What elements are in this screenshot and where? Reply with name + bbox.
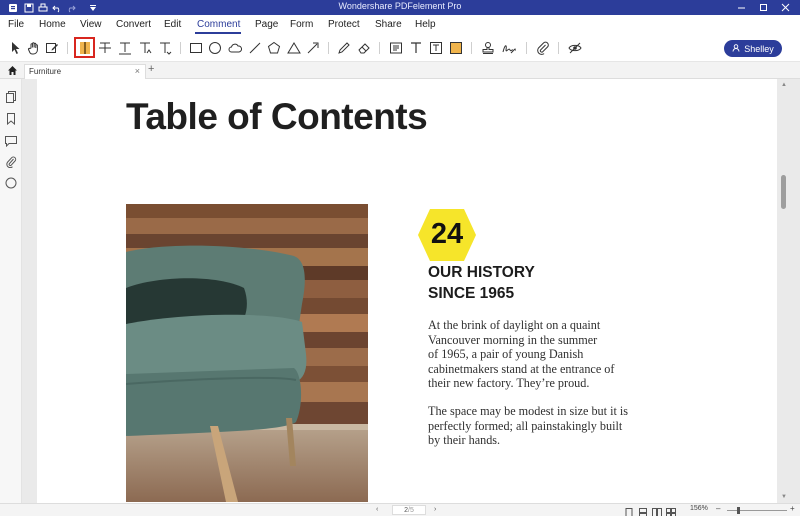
tab-label: Furniture [29,67,62,76]
menu-page[interactable]: Page [255,19,278,30]
insert-text-icon[interactable] [137,40,153,56]
close-icon[interactable] [774,0,796,15]
total-pages: /5 [408,507,414,514]
select-icon[interactable] [8,40,24,56]
section-title-line: OUR HISTORY [428,264,535,281]
left-sidebar [0,79,22,516]
sofa-photo [126,204,368,502]
paragraph-line: perfectly formed; all painstakingly buil… [428,418,623,433]
rectangle-icon[interactable] [188,40,204,56]
new-tab-icon[interactable]: + [148,63,154,75]
page-number-input[interactable]: 2/5 [392,505,426,515]
paragraph-line: The space may be modest in size but it i… [428,404,629,418]
menu-protect[interactable]: Protect [328,19,360,30]
paragraph-line: their new factory. They’re proud. [428,376,590,391]
bookmark-icon[interactable] [5,113,17,125]
paragraph-2: The space may be modest in size but it i… [428,404,638,448]
menu-comment[interactable]: Comment [197,19,240,30]
paragraph-line: At the brink of daylight on a quaint [428,318,601,332]
triangle-icon[interactable] [286,40,302,56]
hand-icon[interactable] [26,40,42,56]
scroll-up-icon[interactable]: ▲ [781,82,787,88]
next-page-icon[interactable]: › [434,506,436,513]
underline-text-icon[interactable] [117,40,133,56]
document-viewer: Table of Contents 24 OUR HISTORY SINCE 1… [22,79,800,503]
pencil-icon[interactable] [336,40,352,56]
paragraph-line: cabinetmakers stand at the entrance of [428,361,615,376]
tab-close-icon[interactable]: × [135,66,140,76]
home-icon[interactable] [5,64,19,77]
text-callout-icon[interactable] [428,40,444,56]
two-page-continuous-view-icon[interactable] [666,505,676,516]
oval-icon[interactable] [207,40,223,56]
scroll-down-icon[interactable]: ▼ [781,494,787,500]
line-icon[interactable] [247,40,263,56]
hide-annotations-icon[interactable] [567,40,583,56]
document-tab-bar: Furniture × + [0,62,800,79]
search-panel-icon[interactable] [5,177,17,189]
two-page-view-icon[interactable] [652,505,662,516]
highlight-icon[interactable] [74,37,95,58]
page-number-badge: 24 [417,208,477,262]
maximize-icon[interactable] [752,0,774,15]
menu-share[interactable]: Share [375,19,402,30]
menu-file[interactable]: File [8,19,24,30]
user-account-button[interactable]: Shelley [724,40,782,57]
comment-toolbar [0,34,800,62]
vertical-scrollbar[interactable] [781,175,786,209]
continuous-view-icon[interactable] [638,505,648,516]
polygon-icon[interactable] [266,40,282,56]
paragraph-line: of 1965, a pair of young Danish [428,347,584,362]
pdf-page: Table of Contents 24 OUR HISTORY SINCE 1… [37,79,777,503]
arrow-icon[interactable] [305,40,321,56]
menu-edit[interactable]: Edit [164,19,181,30]
typewriter-icon[interactable] [408,40,424,56]
comments-icon[interactable] [5,135,17,147]
user-icon [732,43,740,54]
signature-icon[interactable] [501,40,517,56]
attachments-panel-icon[interactable] [5,156,17,168]
menu-view[interactable]: View [80,19,102,30]
user-name: Shelley [744,43,774,54]
paragraph-1: At the brink of daylight on a quaint Van… [428,318,638,391]
menu-form[interactable]: Form [290,19,313,30]
section-title-line: SINCE 1965 [428,285,515,302]
text-box-icon[interactable] [388,40,404,56]
note-icon[interactable] [448,40,464,56]
previous-page-icon[interactable]: ‹ [376,506,378,513]
title-bar: Wondershare PDFelement Pro [0,0,800,15]
minimize-icon[interactable] [730,0,752,15]
page-navigator: ‹ 2/5 › [376,504,441,516]
replace-text-icon[interactable] [157,40,173,56]
menu-home[interactable]: Home [39,19,66,30]
window-title: Wondershare PDFelement Pro [338,1,462,11]
menu-convert[interactable]: Convert [116,19,151,30]
zoom-out-icon[interactable]: – [716,504,720,513]
strikethrough-text-icon[interactable] [97,40,113,56]
paragraph-line: by their hands. [428,433,501,448]
page-heading: Table of Contents [126,96,428,137]
thumbnails-icon[interactable] [5,91,17,103]
stamp-icon[interactable] [480,40,496,56]
zoom-level[interactable]: 156% [690,505,708,512]
paragraph-line: Vancouver morning in the summer [428,332,598,347]
edit-annotation-icon[interactable] [44,40,60,56]
zoom-slider-thumb[interactable] [736,507,740,514]
single-page-view-icon[interactable] [624,505,634,516]
menu-help[interactable]: Help [415,19,436,30]
status-bar: ‹ 2/5 › 156% – + [0,503,800,516]
menu-bar: File Home View Convert Edit Comment Page… [0,15,800,34]
eraser-icon[interactable] [356,40,372,56]
cloud-icon[interactable] [227,40,243,56]
attachment-icon[interactable] [535,40,551,56]
section-title: OUR HISTORY SINCE 1965 [428,262,535,304]
badge-number: 24 [430,218,464,250]
tab-furniture[interactable]: Furniture × [24,64,146,79]
zoom-in-icon[interactable]: + [790,504,795,513]
